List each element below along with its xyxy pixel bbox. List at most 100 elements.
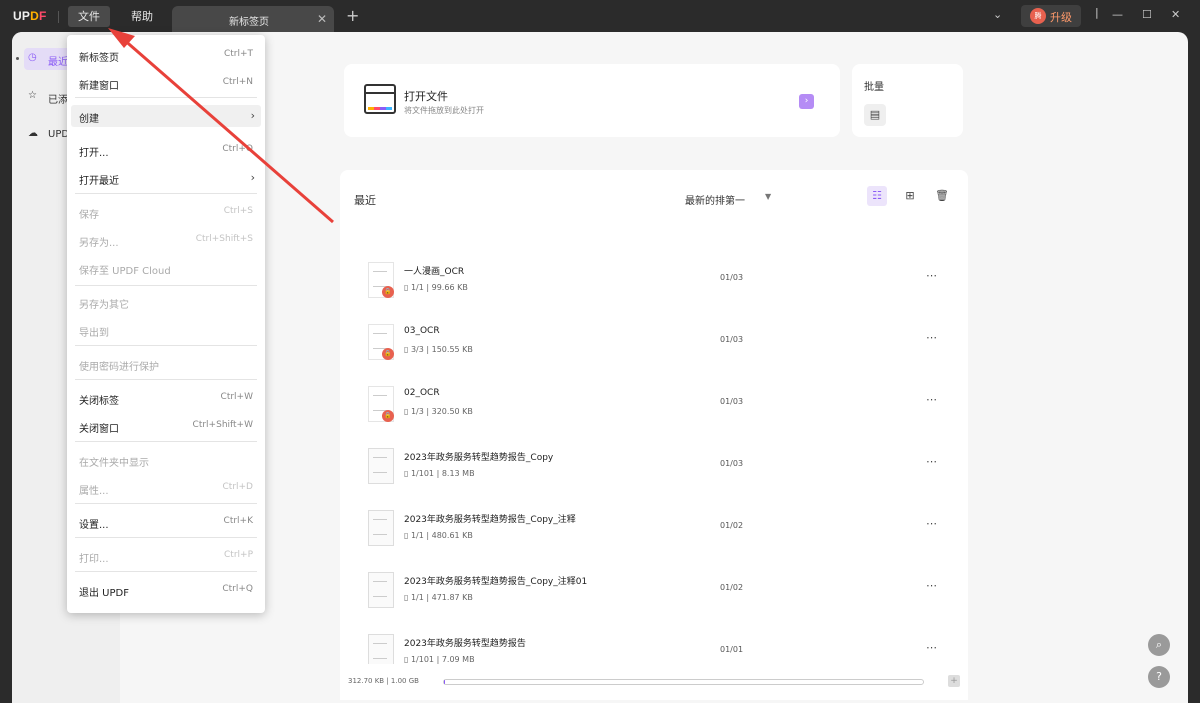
- recent-panel: 最近 最新的排第一 ▼ ☷ ⊞ 🗑 🔒 一人漫画_OCR ▯ 1/1 | 99.…: [340, 170, 968, 670]
- file-meta: ▯ 3/3 | 150.55 KB: [404, 345, 473, 354]
- lock-icon: 🔒: [382, 410, 394, 422]
- page-icon: ▯: [404, 531, 409, 540]
- file-size: 150.55 KB: [431, 345, 473, 354]
- page-icon: ▯: [404, 345, 409, 354]
- file-row[interactable]: 2023年政务服务转型趋势报告_Copy_注释 ▯ 1/1 | 480.61 K…: [364, 510, 944, 572]
- thumbnail-lines: [373, 333, 387, 349]
- menu-item[interactable]: 打开最近 ›: [71, 167, 261, 189]
- menu-item[interactable]: 退出 UPDF Ctrl+Q: [71, 579, 261, 601]
- menu-item-label: 属性...: [79, 486, 109, 497]
- menu-shortcut: Ctrl+K: [223, 516, 253, 526]
- menu-item[interactable]: 设置... Ctrl+K: [71, 511, 261, 533]
- file-menu-dropdown: 新标签页 Ctrl+T 新建窗口 Ctrl+N 创建 › 打开... Ctrl+O 打开最近 › 保…: [67, 35, 265, 613]
- chevron-down-icon[interactable]: ⌄: [993, 8, 1002, 21]
- more-options-icon[interactable]: ⋯: [926, 393, 937, 406]
- more-options-icon[interactable]: ⋯: [926, 579, 937, 592]
- batch-card[interactable]: 批量 ▤: [852, 64, 963, 137]
- menu-item[interactable]: 打开... Ctrl+O: [71, 139, 261, 161]
- menu-item: 另存为... Ctrl+Shift+S: [71, 229, 261, 251]
- menu-item[interactable]: 关闭窗口 Ctrl+Shift+W: [71, 415, 261, 437]
- menu-item: 另存为其它: [71, 291, 261, 313]
- menu-shortcut: Ctrl+W: [220, 392, 253, 402]
- file-date: 01/01: [720, 645, 744, 654]
- file-name: 02_OCR: [404, 388, 440, 398]
- grid-view-icon[interactable]: ⊞: [900, 186, 920, 206]
- menu-item-label: 新标签页: [79, 53, 119, 64]
- file-date: 01/02: [720, 583, 744, 592]
- open-file-subtitle: 将文件拖放到此处打开: [404, 106, 484, 115]
- file-row[interactable]: 🔒 02_OCR ▯ 1/3 | 320.50 KB 01/03 ⋯: [364, 386, 944, 448]
- menu-divider: [75, 379, 257, 380]
- storage-progress-fill: [444, 680, 445, 684]
- arrow-right-icon[interactable]: ›: [799, 94, 814, 109]
- minimize-icon[interactable]: —: [1112, 8, 1123, 21]
- file-date: 01/03: [720, 397, 744, 406]
- file-date: 01/03: [720, 335, 744, 344]
- window-close-icon[interactable]: ✕: [1171, 8, 1180, 21]
- menu-item-label: 另存为...: [79, 238, 119, 249]
- more-options-icon[interactable]: ⋯: [926, 455, 937, 468]
- open-file-card[interactable]: 打开文件 将文件拖放到此处打开 ›: [344, 64, 840, 137]
- chevron-right-icon: ›: [250, 171, 255, 184]
- more-options-icon[interactable]: ⋯: [926, 331, 937, 344]
- file-meta: ▯ 1/1 | 99.66 KB: [404, 283, 468, 292]
- more-options-icon[interactable]: ⋯: [926, 641, 937, 654]
- menu-item-label: 保存: [79, 210, 99, 221]
- open-file-title: 打开文件: [404, 90, 448, 103]
- cloud-icon: ☁: [28, 128, 38, 139]
- menu-item[interactable]: 关闭标签 Ctrl+W: [71, 387, 261, 409]
- file-pages: 1/101: [410, 469, 435, 478]
- menu-item[interactable]: 新标签页 Ctrl+T: [71, 44, 261, 66]
- file-meta: ▯ 1/101 | 7.09 MB: [404, 655, 475, 664]
- upgrade-button[interactable]: 腾 升级: [1021, 5, 1081, 27]
- batch-print-icon[interactable]: ▤: [864, 104, 886, 126]
- menu-shortcut: Ctrl+Shift+S: [195, 234, 253, 244]
- list-view-icon[interactable]: ☷: [867, 186, 887, 206]
- more-options-icon[interactable]: ⋯: [926, 269, 937, 282]
- menu-shortcut: Ctrl+Q: [222, 584, 253, 594]
- add-storage-icon[interactable]: +: [948, 675, 960, 687]
- tab-new[interactable]: 新标签页 ✕: [172, 6, 334, 33]
- more-options-icon[interactable]: ⋯: [926, 517, 937, 530]
- trash-icon[interactable]: 🗑: [932, 186, 952, 206]
- file-size: 320.50 KB: [431, 407, 473, 416]
- menu-item-label: 退出 UPDF: [79, 588, 129, 599]
- page-icon: ▯: [404, 655, 409, 664]
- help-icon[interactable]: ?: [1148, 666, 1170, 688]
- file-pages: 1/1: [410, 531, 424, 540]
- page-icon: ▯: [404, 469, 409, 478]
- folder-icon: [364, 84, 396, 114]
- menu-item-label: 打印...: [79, 554, 109, 565]
- file-thumbnail: [368, 448, 394, 484]
- menu-item-label: 新建窗口: [79, 81, 119, 92]
- file-size: 480.61 KB: [431, 531, 473, 540]
- sort-dropdown[interactable]: 最新的排第一: [685, 192, 745, 207]
- chevron-right-icon: ›: [250, 109, 255, 122]
- file-pages: 1/1: [410, 593, 424, 602]
- storage-label: 312.70 KB | 1.00 GB: [348, 677, 419, 685]
- file-row[interactable]: 2023年政务服务转型趋势报告_Copy_注释01 ▯ 1/1 | 471.87…: [364, 572, 944, 634]
- menu-item[interactable]: 新建窗口 Ctrl+N: [71, 72, 261, 94]
- file-thumbnail: [368, 510, 394, 546]
- file-pages: 1/1: [410, 283, 424, 292]
- close-icon[interactable]: ✕: [317, 12, 327, 26]
- menu-item-label: 导出到: [79, 328, 109, 339]
- menu-item: 打印... Ctrl+P: [71, 545, 261, 567]
- menu-shortcut: Ctrl+N: [222, 77, 253, 87]
- add-tab-icon[interactable]: +: [346, 6, 359, 25]
- file-name: 一人漫画_OCR: [404, 267, 465, 277]
- file-row[interactable]: 🔒 一人漫画_OCR ▯ 1/1 | 99.66 KB 01/03 ⋯: [364, 262, 944, 324]
- file-pages: 1/3: [410, 407, 424, 416]
- file-pages: 3/3: [410, 345, 424, 354]
- menu-divider: [75, 345, 257, 346]
- maximize-icon[interactable]: ☐: [1142, 8, 1152, 21]
- menu-shortcut: Ctrl+Shift+W: [192, 420, 253, 430]
- file-row[interactable]: 2023年政务服务转型趋势报告_Copy ▯ 1/101 | 8.13 MB 0…: [364, 448, 944, 510]
- file-row[interactable]: 🔒 03_OCR ▯ 3/3 | 150.55 KB 01/03 ⋯: [364, 324, 944, 386]
- search-icon[interactable]: ⌕: [1148, 634, 1170, 656]
- menu-item[interactable]: 创建 ›: [71, 105, 261, 127]
- menu-help[interactable]: 帮助: [121, 6, 163, 27]
- menu-file[interactable]: 文件: [68, 6, 110, 27]
- caret-down-icon[interactable]: ▼: [765, 192, 771, 201]
- menu-divider: [75, 571, 257, 572]
